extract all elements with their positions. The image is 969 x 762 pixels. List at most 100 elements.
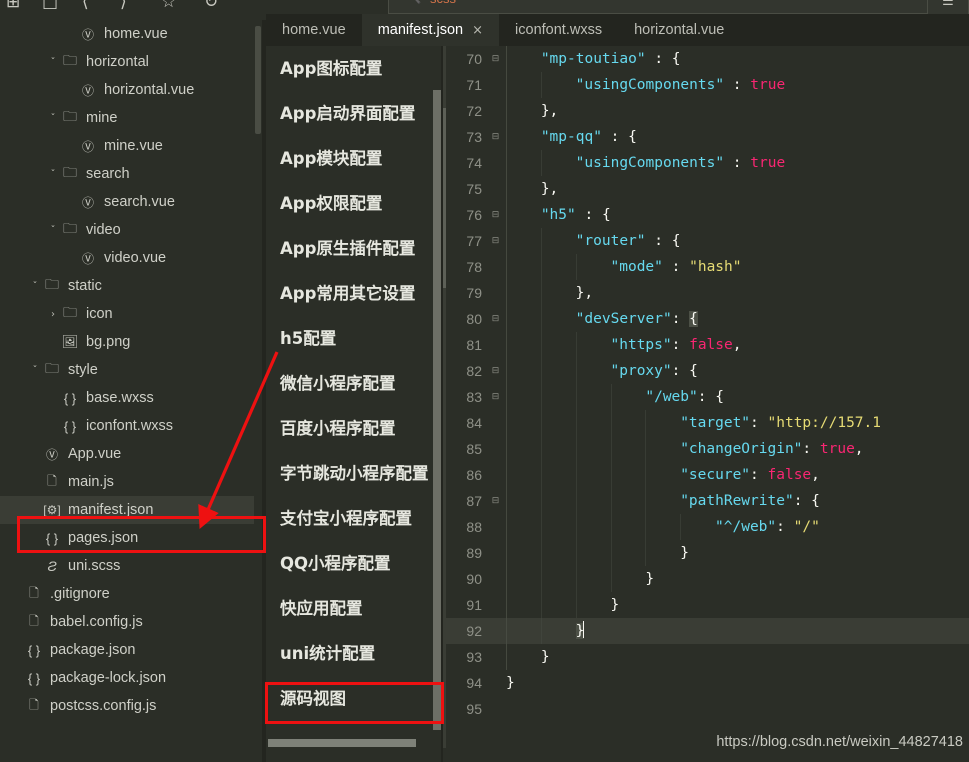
chevron-right-icon[interactable]: › [46, 309, 60, 320]
code-line[interactable]: 78 "mode" : "hash" [446, 254, 969, 280]
code-line[interactable]: 75}, [446, 176, 969, 202]
config-item-4[interactable]: App原生插件配置 [266, 226, 442, 271]
chevron-down-icon[interactable]: ˇ [46, 225, 60, 236]
tree-item-package-lock-json[interactable]: { } package-lock.json [0, 664, 262, 692]
config-item-13[interactable]: uni统计配置 [266, 631, 442, 676]
config-item-5[interactable]: App常用其它设置 [266, 271, 442, 316]
tree-item-search[interactable]: ˇ 🗀 search [0, 160, 262, 188]
fold-toggle-icon[interactable]: ⊟ [490, 384, 501, 410]
tab-manifest-json[interactable]: manifest.json × [361, 14, 500, 46]
tree-item-main-js[interactable]: 🗋 main.js [0, 468, 262, 496]
fold-toggle-icon[interactable]: ⊟ [490, 46, 501, 72]
tree-item-pages-json[interactable]: { } pages.json [0, 524, 262, 552]
config-scroll-thumb[interactable] [433, 90, 441, 730]
code-line[interactable]: 79}, [446, 280, 969, 306]
code-line[interactable]: 91} [446, 592, 969, 618]
config-item-3[interactable]: App权限配置 [266, 181, 442, 226]
explorer-scrollbar[interactable] [254, 20, 262, 762]
config-item-9[interactable]: 字节跳动小程序配置 [266, 451, 442, 496]
search-input[interactable] [388, 0, 935, 14]
code-line[interactable]: 86 "secure": false, [446, 462, 969, 488]
tree-item-video[interactable]: ˇ 🗀 video [0, 216, 262, 244]
explorer-scroll-thumb[interactable] [255, 26, 261, 134]
config-item-0[interactable]: App图标配置 [266, 46, 442, 91]
manifest-config-nav[interactable]: App图标配置 App启动界面配置 App模块配置 App权限配置 App原生插件配置 A… [266, 46, 442, 762]
code-line[interactable]: 87 ⊟ "pathRewrite": { [446, 488, 969, 514]
code-line[interactable]: 93} [446, 644, 969, 670]
chevron-down-icon[interactable]: ˇ [46, 57, 60, 68]
bookmark-icon[interactable]: ☆ [161, 0, 176, 12]
code-line[interactable]: 92} [446, 618, 969, 644]
chevron-down-icon[interactable]: ˇ [28, 281, 42, 292]
tree-item-mine[interactable]: ˇ 🗀 mine [0, 104, 262, 132]
tree-item-icon[interactable]: › 🗀 icon [0, 300, 262, 328]
fold-toggle-icon[interactable]: ⊟ [490, 228, 501, 254]
code-editor[interactable]: 70 ⊟ "mp-toutiao" : {71 "usingComponents" :… [443, 46, 969, 748]
config-item-2[interactable]: App模块配置 [266, 136, 442, 181]
code-line[interactable]: 74 "usingComponents" : true [446, 150, 969, 176]
tree-item-iconfont-wxss[interactable]: { } iconfont.wxss [0, 412, 262, 440]
tree-item-static[interactable]: ˇ 🗀 static [0, 272, 262, 300]
config-item-11[interactable]: QQ小程序配置 [266, 541, 442, 586]
tab-horizontal-vue[interactable]: horizontal.vue [618, 14, 741, 46]
forward-icon[interactable]: ⟩ [120, 0, 127, 12]
fold-toggle-icon[interactable]: ⊟ [490, 124, 501, 150]
config-item-7[interactable]: 微信小程序配置 [266, 361, 442, 406]
code-line[interactable]: 88 "^/web": "/" [446, 514, 969, 540]
config-item-1[interactable]: App启动界面配置 [266, 91, 442, 136]
tree-item-mine-vue[interactable]: Ⓥmine.vue [0, 132, 262, 160]
code-line[interactable]: 77 ⊟ "router" : { [446, 228, 969, 254]
tab-iconfont-wxss[interactable]: iconfont.wxss [499, 14, 619, 46]
code-line[interactable]: 84 "target": "http://157.1 [446, 410, 969, 436]
tree-item-postcss-config-js[interactable]: 🗋 postcss.config.js [0, 692, 262, 720]
tree-item-bg-png[interactable]: 🖼 bg.png [0, 328, 262, 356]
back-icon[interactable]: ⟨ [82, 0, 89, 12]
tree-item-package-json[interactable]: { } package.json [0, 636, 262, 664]
tree-item-base-wxss[interactable]: { } base.wxss [0, 384, 262, 412]
code-line[interactable]: 76 ⊟ "h5" : { [446, 202, 969, 228]
undo-icon[interactable]: ↻ [204, 0, 218, 12]
code-line[interactable]: 82 ⊟ "proxy": { [446, 358, 969, 384]
tree-item-home-vue[interactable]: Ⓥhome.vue [0, 20, 262, 48]
code-line[interactable]: 71 "usingComponents" : true [446, 72, 969, 98]
close-icon[interactable]: × [472, 23, 483, 38]
stop-icon[interactable]: □ [42, 0, 58, 12]
config-item-6[interactable]: h5配置 [266, 316, 442, 361]
config-hscroll-thumb[interactable] [268, 739, 416, 747]
code-line[interactable]: 83 ⊟ "/web": { [446, 384, 969, 410]
fold-toggle-icon[interactable]: ⊟ [490, 488, 501, 514]
code-line[interactable]: 72}, [446, 98, 969, 124]
fold-toggle-icon[interactable]: ⊟ [490, 202, 501, 228]
config-hscrollbar[interactable] [266, 738, 442, 748]
config-item-14[interactable]: 源码视图 [266, 676, 442, 721]
tree-item-babel-config-js[interactable]: 🗋 babel.config.js [0, 608, 262, 636]
code-line[interactable]: 95 [446, 696, 969, 722]
tree-item-horizontal-vue[interactable]: Ⓥhorizontal.vue [0, 76, 262, 104]
config-item-10[interactable]: 支付宝小程序配置 [266, 496, 442, 541]
tree-item-app-vue[interactable]: Ⓥ App.vue [0, 440, 262, 468]
config-item-8[interactable]: 百度小程序配置 [266, 406, 442, 451]
new-file-icon[interactable]: ⊞ [6, 0, 20, 12]
code-line[interactable]: 90} [446, 566, 969, 592]
tree-item-uni-scss[interactable]: Ƨuni.scss [0, 552, 262, 580]
config-item-12[interactable]: 快应用配置 [266, 586, 442, 631]
chevron-down-icon[interactable]: ˇ [46, 113, 60, 124]
code-line[interactable]: 85 "changeOrigin": true, [446, 436, 969, 462]
code-line[interactable]: 80 ⊟ "devServer": { [446, 306, 969, 332]
code-line[interactable]: 73 ⊟ "mp-qq" : { [446, 124, 969, 150]
chevron-down-icon[interactable]: ˇ [46, 169, 60, 180]
chevron-down-icon[interactable]: ˇ [28, 365, 42, 376]
tree-item-video-vue[interactable]: Ⓥvideo.vue [0, 244, 262, 272]
fold-toggle-icon[interactable]: ⊟ [490, 358, 501, 384]
code-line[interactable]: 70 ⊟ "mp-toutiao" : { [446, 46, 969, 72]
tree-item-style[interactable]: ˇ 🗀 style [0, 356, 262, 384]
tab-home-vue[interactable]: home.vue [266, 14, 362, 46]
code-content[interactable]: 70 ⊟ "mp-toutiao" : {71 "usingComponents" :… [446, 46, 969, 748]
file-explorer[interactable]: Ⓥhome.vue ˇ 🗀 horizontal Ⓥhorizontal.vue ˇ 🗀 mi… [0, 20, 262, 762]
code-line[interactable]: 94} [446, 670, 969, 696]
tree-item--gitignore[interactable]: 🗋 .gitignore [0, 580, 262, 608]
code-line[interactable]: 89} [446, 540, 969, 566]
config-scrollbar[interactable] [433, 90, 441, 730]
code-line[interactable]: 81 "https": false, [446, 332, 969, 358]
tree-item-search-vue[interactable]: Ⓥsearch.vue [0, 188, 262, 216]
